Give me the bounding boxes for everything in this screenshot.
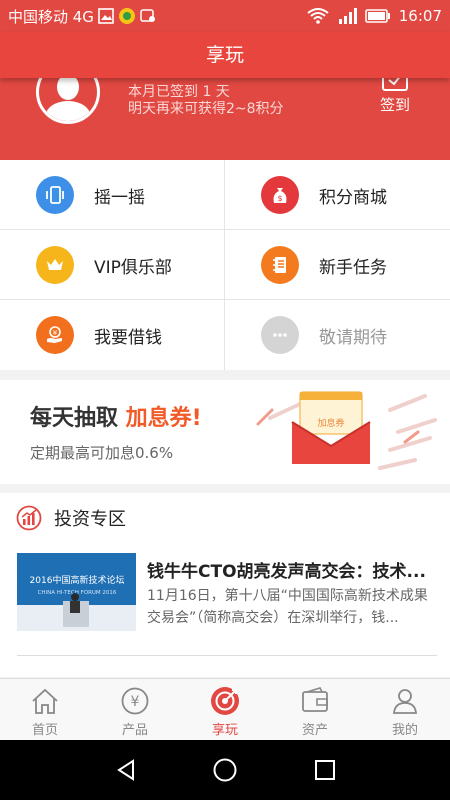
grid-divider bbox=[0, 299, 450, 300]
tab-label: 首页 bbox=[31, 723, 58, 738]
target-icon bbox=[209, 685, 241, 717]
menu-item-coming-soon: 敬请期待 bbox=[225, 300, 450, 370]
yuan-circle-icon: ¥ bbox=[119, 685, 151, 717]
status-time: 16:07 bbox=[398, 7, 442, 25]
money-bag-icon: $ bbox=[261, 176, 299, 214]
menu-item-points-mall[interactable]: $ 积分商城 bbox=[225, 160, 450, 230]
wallet-icon bbox=[299, 685, 331, 717]
trend-chart-icon bbox=[16, 505, 42, 531]
news-thumbnail[interactable]: 2016中国高新技术论坛 CHINA HI-TECH FORUM 2016 bbox=[17, 553, 136, 631]
invest-section: 投资专区 2016中国高新技术论坛 CHINA HI-TECH FORUM 20… bbox=[0, 493, 450, 677]
back-button[interactable] bbox=[112, 756, 140, 784]
invest-title: 投资专区 bbox=[54, 509, 126, 530]
menu-label: VIP俱乐部 bbox=[94, 258, 172, 278]
coupon-promo-banner[interactable]: 每天抽取 加息券! 定期最高可加息0.6% 加息券 bbox=[0, 380, 450, 484]
tab-label: 我的 bbox=[391, 723, 418, 738]
home-icon bbox=[29, 685, 61, 717]
news-divider bbox=[17, 655, 437, 656]
grid-divider bbox=[224, 160, 225, 370]
svg-text:¥: ¥ bbox=[131, 694, 140, 710]
default-avatar-icon bbox=[46, 78, 90, 121]
promo-title: 每天抽取 加息券! bbox=[30, 400, 202, 432]
signin-button[interactable]: 签到 bbox=[370, 78, 420, 122]
news-description: 11月16日，第十八届“中国国际高新技术成果交易会”（简称高交会）在深圳举行，钱… bbox=[147, 588, 428, 626]
feature-grid: 摇一摇 $ 积分商城 VIP俱乐部 新手任务 ¥ 我要借钱 敬请期待 bbox=[0, 160, 450, 370]
promo-title-text: 每天抽取 bbox=[30, 406, 126, 431]
system-nav-bar bbox=[0, 740, 450, 800]
red-envelope-illustration: 加息券 bbox=[256, 391, 437, 470]
user-icon bbox=[389, 685, 421, 717]
forum-banner-text: 2016中国高新技术论坛 bbox=[30, 574, 125, 586]
tab-mine[interactable]: 我的 bbox=[360, 679, 450, 740]
svg-text:¥: ¥ bbox=[53, 329, 58, 337]
tab-home[interactable]: 首页 bbox=[0, 679, 90, 740]
menu-item-borrow-money[interactable]: ¥ 我要借钱 bbox=[0, 300, 225, 370]
promo-title-highlight: 加息券! bbox=[125, 406, 202, 431]
app-notify-icon bbox=[118, 7, 136, 25]
menu-label: 我要借钱 bbox=[94, 328, 162, 348]
bottom-tab-bar: 首页 ¥ 产品 享玩 资产 我的 bbox=[0, 678, 450, 740]
hand-yuan-icon: ¥ bbox=[36, 316, 74, 354]
recents-square-icon bbox=[315, 760, 335, 780]
menu-item-newbie-tasks[interactable]: 新手任务 bbox=[225, 230, 450, 300]
status-bar: 中国移动 4G 16:07 bbox=[0, 0, 450, 32]
page-title: 享玩 bbox=[0, 32, 450, 78]
menu-label: 积分商城 bbox=[319, 188, 387, 208]
svg-text:$: $ bbox=[277, 194, 282, 203]
menu-label: 新手任务 bbox=[319, 258, 387, 278]
crown-icon bbox=[36, 246, 74, 284]
back-triangle-icon bbox=[117, 759, 134, 781]
more-dots-icon bbox=[261, 316, 299, 354]
tab-label: 享玩 bbox=[211, 723, 238, 738]
grid-divider bbox=[0, 229, 450, 230]
battery-icon bbox=[364, 9, 391, 23]
signal-icon bbox=[337, 7, 357, 25]
menu-label: 摇一摇 bbox=[94, 188, 145, 208]
coupon-label: 加息券 bbox=[317, 417, 344, 429]
tab-label: 资产 bbox=[301, 723, 328, 738]
recents-button[interactable] bbox=[311, 756, 339, 784]
signin-button-label: 签到 bbox=[379, 96, 410, 114]
gallery-icon bbox=[98, 8, 114, 24]
forum-photo: 2016中国高新技术论坛 CHINA HI-TECH FORUM 2016 bbox=[17, 553, 136, 631]
menu-item-vip-club[interactable]: VIP俱乐部 bbox=[0, 230, 225, 300]
notebook-icon bbox=[261, 246, 299, 284]
carrier-label: 中国移动 4G bbox=[8, 7, 94, 26]
home-button[interactable] bbox=[211, 756, 239, 784]
news-title[interactable]: 钱牛牛CTO胡亮发声高交会：技术... bbox=[147, 557, 437, 582]
home-circle-icon bbox=[213, 758, 237, 782]
wifi-icon bbox=[307, 8, 329, 24]
invest-header: 投资专区 bbox=[16, 505, 126, 531]
tab-assets[interactable]: 资产 bbox=[270, 679, 360, 740]
promo-subtitle: 定期最高可加息0.6% bbox=[30, 444, 174, 462]
avatar[interactable] bbox=[36, 78, 100, 124]
signin-reward-text: 明天再来可获得2~8积分 bbox=[128, 101, 284, 117]
menu-item-shake[interactable]: 摇一摇 bbox=[0, 160, 225, 230]
signin-banner: 本月已签到 1 天 明天再来可获得2~8积分 签到 bbox=[0, 78, 450, 160]
tab-play[interactable]: 享玩 bbox=[180, 679, 270, 740]
tab-products[interactable]: ¥ 产品 bbox=[90, 679, 180, 740]
tab-label: 产品 bbox=[121, 723, 148, 738]
menu-label: 敬请期待 bbox=[319, 328, 387, 348]
phone-shake-icon bbox=[36, 176, 74, 214]
message-icon bbox=[140, 8, 156, 24]
